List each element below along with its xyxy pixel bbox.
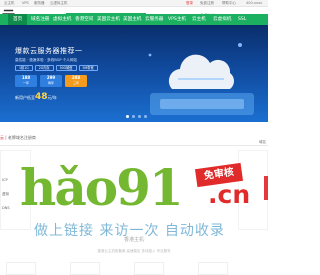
watermark-domain: .cn [208, 180, 251, 209]
spec-chip: 50G硬盘 [55, 65, 77, 71]
nav-item[interactable]: VPS主机 [168, 14, 186, 25]
nav-item[interactable]: 云虚拟机 [213, 14, 231, 25]
topbar-link[interactable]: 服务器 [34, 0, 45, 7]
section-title: 云 | 老牌域名注册商 [0, 135, 36, 140]
carousel-dot[interactable] [132, 115, 135, 118]
spec-chip: 1核1G [15, 65, 33, 71]
nav-item[interactable]: 云主机 [192, 14, 206, 25]
topbar-link[interactable]: 云虚拟主机 [50, 0, 68, 7]
carousel-dots [126, 115, 147, 118]
promo-text: 新用户低至48元/年 [15, 92, 57, 102]
banner-graphic [148, 43, 254, 115]
top-bar: 云主机 VPS 服务器 云虚拟主机 登录 免费注册 帮助中心 400-xxxx [0, 0, 268, 7]
nav-item[interactable]: 云服务器 [145, 14, 163, 25]
main-nav: 首页 域名注册 虚拟主机 香港空间 美国云主机 美国主机 云服务器 VPS主机 … [0, 14, 268, 25]
register-link[interactable]: 免费注册 [200, 0, 214, 7]
nav-item[interactable]: 域名注册 [31, 14, 49, 25]
product-card[interactable] [198, 262, 228, 275]
price-card[interactable]: 388 三年 [65, 75, 87, 87]
banner-subtitle: 高性能 · 极速体验 · 多线BGP 个人网站 [15, 58, 78, 62]
side-label: DNS [2, 206, 10, 210]
phone-number: 400-xxxx [246, 1, 263, 5]
product-card[interactable] [70, 262, 100, 275]
cloud-icon [168, 54, 234, 89]
banner-title: 爆款云服务器推荐一 [15, 47, 83, 55]
topbar-link[interactable]: 云主机 [4, 0, 15, 7]
spec-chip: 5M带宽 [78, 65, 98, 71]
spec-chip: 2G内存 [34, 65, 54, 71]
carousel-dot[interactable] [138, 115, 141, 118]
spec-chips: 1核1G 2G内存 50G硬盘 5M带宽 [15, 65, 98, 71]
nav-item[interactable]: 香港空间 [75, 14, 93, 25]
price-cards: 188 一年 299 两年 388 三年 [15, 75, 87, 87]
login-link[interactable]: 登录 [186, 0, 193, 7]
topbar-link[interactable]: VPS [22, 0, 29, 7]
section-description: 香港云主机免备案 高速稳定 多线接入 专业服务 [97, 249, 171, 253]
price-card[interactable]: 188 一年 [15, 75, 37, 87]
promo-price: 48 [35, 92, 48, 102]
nav-home[interactable]: 首页 [8, 14, 28, 25]
watermark-logo: hǎo91 [20, 158, 184, 217]
nav-item[interactable]: 美国云主机 [97, 14, 120, 25]
side-tab[interactable] [264, 176, 268, 200]
side-label: ICP [2, 178, 8, 182]
side-label: 虚拟 [2, 192, 9, 196]
help-link[interactable]: 帮助中心 [222, 0, 236, 7]
nav-item[interactable]: 虚拟主机 [53, 14, 71, 25]
hero-banner[interactable]: 爆款云服务器推荐一 高性能 · 极速体验 · 多线BGP 个人网站 1核1G 2… [0, 25, 268, 122]
product-card[interactable] [134, 262, 164, 275]
nav-item[interactable]: 美国主机 [123, 14, 141, 25]
carousel-dot[interactable] [144, 115, 147, 118]
nav-item[interactable]: SSL [238, 14, 246, 25]
price-card[interactable]: 299 两年 [40, 75, 62, 87]
divider [0, 145, 268, 146]
product-cards [0, 262, 268, 275]
carousel-dot[interactable] [126, 115, 129, 118]
section-subtitle: 香港主机 [123, 237, 144, 243]
product-card[interactable] [6, 262, 36, 275]
